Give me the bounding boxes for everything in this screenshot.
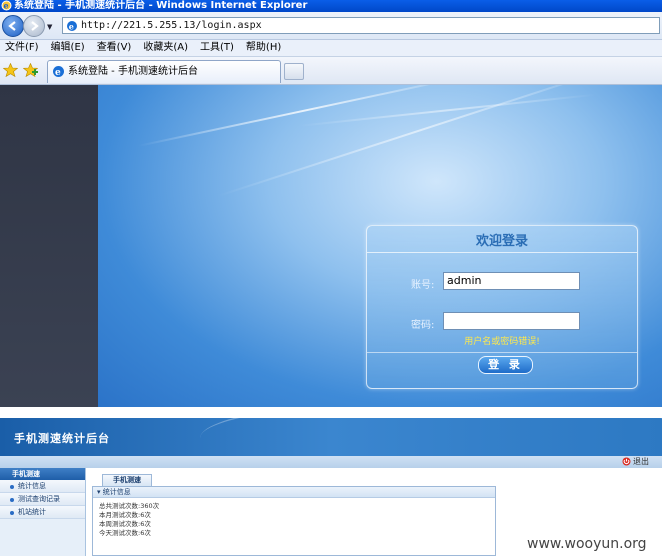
- password-input[interactable]: [443, 312, 580, 330]
- menu-tools[interactable]: 工具(T): [194, 40, 240, 56]
- admin-header: 手机测速统计后台: [0, 418, 662, 456]
- add-favorite-icon[interactable]: [23, 63, 38, 77]
- forward-button[interactable]: [23, 15, 45, 37]
- power-icon: [622, 457, 631, 466]
- favorites-star-icon[interactable]: [3, 63, 18, 77]
- sidebar-item-label: 统计信息: [18, 482, 46, 490]
- menu-bar: 文件(F) 编辑(E) 查看(V) 收藏夹(A) 工具(T) 帮助(H): [0, 40, 662, 57]
- page-icon: e: [53, 66, 64, 78]
- menu-edit[interactable]: 编辑(E): [45, 40, 91, 56]
- back-arrow-icon: [8, 21, 16, 31]
- username-input[interactable]: admin: [443, 272, 580, 290]
- stats-box-header: ▾ 统计信息: [93, 487, 495, 498]
- login-panel: 欢迎登录 账号: admin 密码: 用户名或密码错误! 登 录: [366, 225, 638, 389]
- page-icon: e: [67, 21, 77, 31]
- new-tab-button[interactable]: [284, 63, 304, 80]
- stat-week: 本周测试次数:6次: [99, 520, 151, 528]
- sidebar-item-label: 测试查询记录: [18, 495, 60, 503]
- sidebar-item-label: 机站统计: [18, 508, 46, 516]
- login-title: 欢迎登录: [475, 234, 528, 249]
- bullet-icon: [10, 485, 14, 489]
- admin-content: 手机测速 ▾ 统计信息 总共测试次数:360次 本月测试次数:6次 本周测试次数…: [92, 474, 496, 556]
- tab-active[interactable]: e 系统登陆 - 手机测速统计后台: [47, 60, 281, 83]
- bullet-icon: [10, 498, 14, 502]
- stat-month: 本月测试次数:6次: [99, 511, 151, 519]
- address-input[interactable]: e http://221.5.255.13/login.aspx: [62, 17, 660, 34]
- light-streak: [217, 85, 618, 197]
- logout-link[interactable]: 退出: [622, 456, 649, 468]
- sidebar-heading: 手机测速: [0, 468, 85, 480]
- address-toolbar: ▼ e http://221.5.255.13/login.aspx: [0, 12, 662, 40]
- menu-file[interactable]: 文件(F): [0, 40, 45, 56]
- window-title: 系统登陆 - 手机测速统计后台 - Windows Internet Explo…: [14, 0, 308, 11]
- window-titlebar: e 系统登陆 - 手机测速统计后台 - Windows Internet Exp…: [0, 0, 662, 12]
- admin-sidebar: 手机测速 统计信息 测试查询记录 机站统计: [0, 468, 86, 556]
- header-decoration: [200, 418, 662, 456]
- stats-list: 总共测试次数:360次 本月测试次数:6次 本周测试次数:6次 今天测试次数:6…: [93, 498, 495, 538]
- bullet-icon: [10, 511, 14, 515]
- sidebar-item-station-stats[interactable]: 机站统计: [0, 506, 85, 519]
- address-text: http://221.5.255.13/login.aspx: [81, 20, 262, 31]
- watermark: www.wooyun.org: [527, 536, 647, 552]
- menu-favorites[interactable]: 收藏夹(A): [137, 40, 194, 56]
- tab-speed-test[interactable]: 手机测速: [102, 474, 152, 486]
- screenshot-root: e 系统登陆 - 手机测速统计后台 - Windows Internet Exp…: [0, 0, 662, 556]
- chevron-down-icon: ▾: [97, 488, 101, 496]
- error-message: 用户名或密码错误!: [464, 337, 540, 347]
- separator: [0, 407, 662, 418]
- stat-total: 总共测试次数:360次: [99, 502, 160, 510]
- divider: [367, 252, 637, 253]
- menu-view[interactable]: 查看(V): [91, 40, 138, 56]
- login-button[interactable]: 登 录: [478, 356, 533, 374]
- logout-label: 退出: [633, 457, 649, 466]
- login-page: 欢迎登录 账号: admin 密码: 用户名或密码错误! 登 录: [0, 85, 662, 407]
- stats-box-title: 统计信息: [102, 488, 131, 496]
- back-button[interactable]: [2, 15, 24, 37]
- ie-logo-icon: e: [1, 0, 12, 11]
- stat-today: 今天测试次数:6次: [99, 529, 151, 537]
- username-label: 账号:: [411, 280, 435, 291]
- light-streak: [137, 85, 471, 147]
- tab-bar: e 系统登陆 - 手机测速统计后台: [0, 57, 662, 85]
- history-dropdown[interactable]: ▼: [47, 23, 52, 31]
- menu-help[interactable]: 帮助(H): [240, 40, 287, 56]
- divider: [367, 352, 637, 353]
- left-dark-panel: [0, 85, 98, 407]
- tab-label: 系统登陆 - 手机测速统计后台: [68, 66, 198, 77]
- svg-text:e: e: [55, 68, 61, 78]
- svg-text:e: e: [4, 1, 9, 11]
- admin-title: 手机测速统计后台: [14, 432, 110, 445]
- forward-arrow-icon: [31, 21, 39, 31]
- sidebar-item-stats[interactable]: 统计信息: [0, 480, 85, 493]
- svg-text:e: e: [69, 21, 74, 31]
- admin-subbar: [0, 456, 662, 468]
- password-label: 密码:: [411, 320, 435, 331]
- sidebar-item-test-records[interactable]: 测试查询记录: [0, 493, 85, 506]
- stats-box: ▾ 统计信息 总共测试次数:360次 本月测试次数:6次 本周测试次数:6次 今…: [92, 486, 496, 556]
